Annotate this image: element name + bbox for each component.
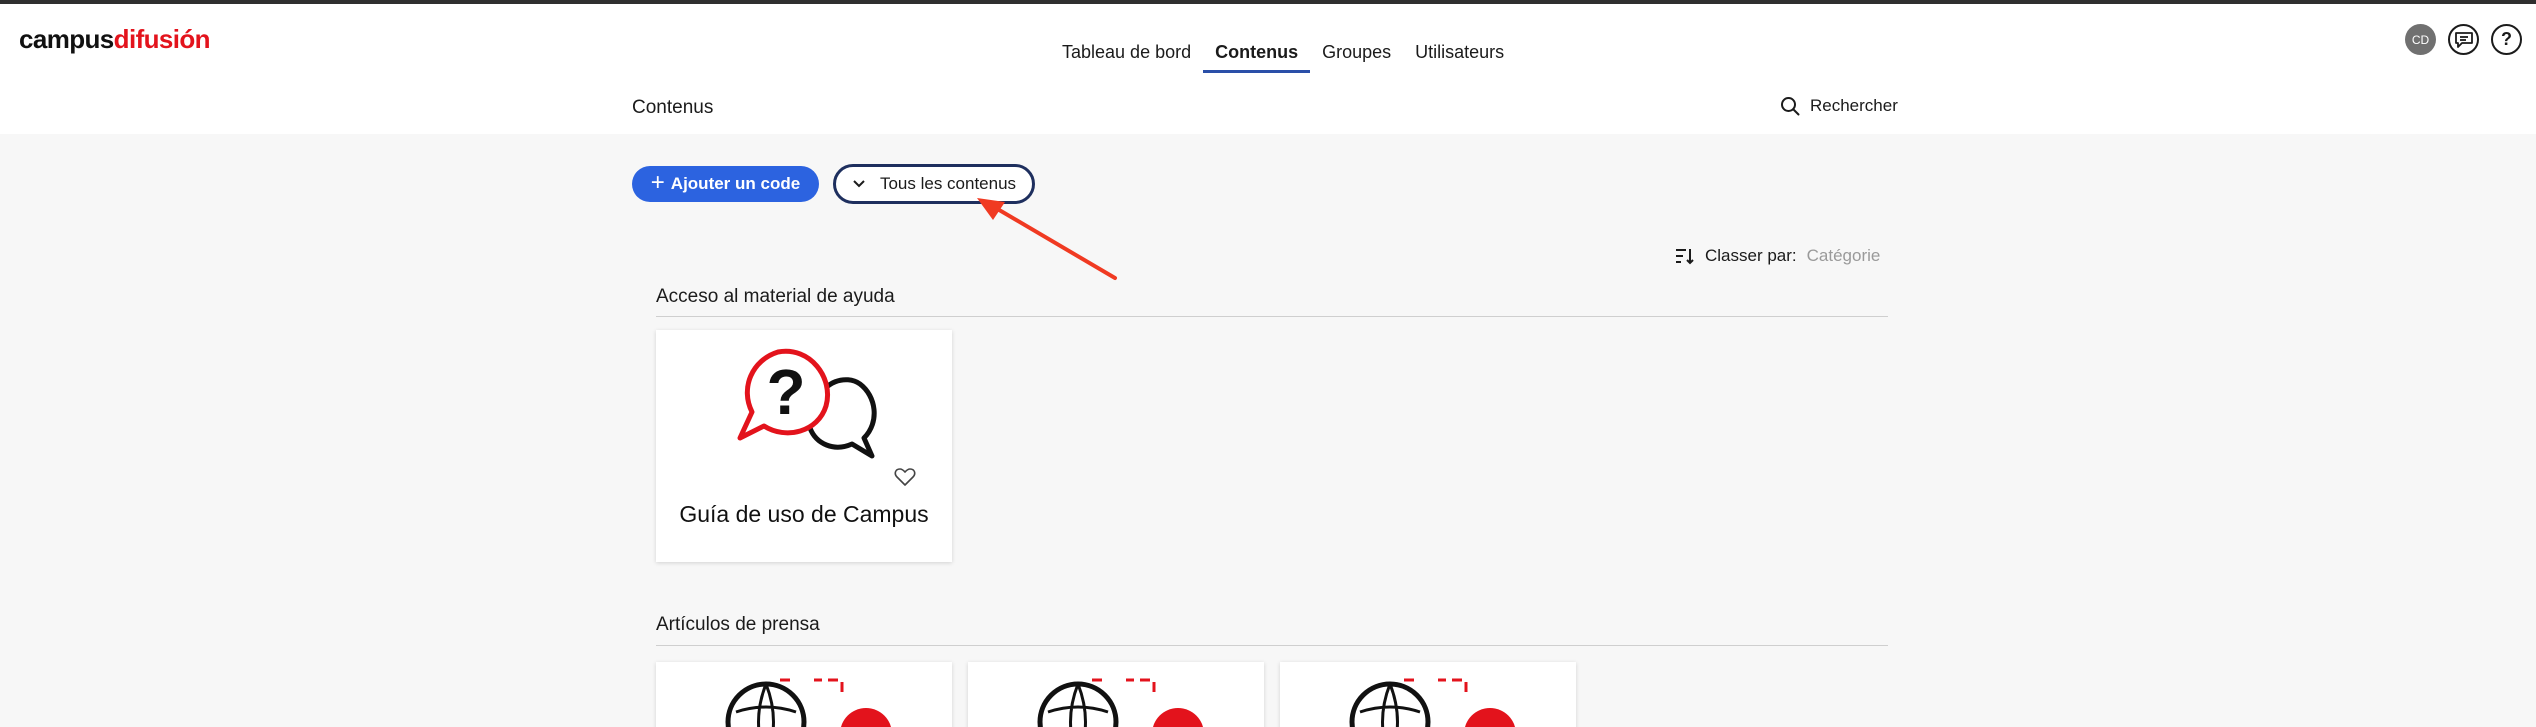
annotation-arrow: [977, 198, 1117, 280]
content-card[interactable]: [656, 662, 952, 727]
chevron-down-icon: [853, 180, 865, 188]
logo-part-1: campus: [19, 24, 114, 54]
filter-label: Tous les contenus: [879, 174, 1017, 193]
section-title-press: Artículos de prensa: [656, 614, 820, 635]
add-code-label: Ajouter un code: [670, 174, 801, 193]
section-title-help: Acceso al material de ayuda: [656, 286, 895, 307]
sort-icon: [1676, 249, 1694, 265]
sort-label: Classer par:: [1705, 246, 1797, 265]
content-card[interactable]: [968, 662, 1264, 727]
nav-contenus[interactable]: Contenus: [1203, 34, 1311, 73]
heart-icon[interactable]: [894, 467, 916, 487]
header-right-icons: CD ?: [2405, 24, 2522, 55]
nav-tableau-de-bord[interactable]: Tableau de bord: [1050, 34, 1203, 73]
plus-icon: +: [650, 169, 665, 196]
user-avatar[interactable]: CD: [2405, 24, 2436, 55]
search-icon: [1781, 97, 1800, 116]
add-code-button[interactable]: + Ajouter un code: [632, 166, 819, 202]
globe-news-icon: [1037, 678, 1204, 727]
section-divider: [656, 645, 1888, 646]
svg-text:?: ?: [766, 356, 805, 428]
sort-value: Catégorie: [1806, 246, 1881, 265]
nav-utilisateurs[interactable]: Utilisateurs: [1403, 34, 1516, 73]
search-button[interactable]: Rechercher: [1780, 96, 1898, 116]
card-title: Guía de uso de Campus: [679, 501, 929, 527]
nav-groupes[interactable]: Groupes: [1310, 34, 1403, 73]
help-icon[interactable]: ?: [2491, 24, 2522, 55]
main-nav: Tableau de bord Contenus Groupes Utilisa…: [1050, 34, 1516, 73]
chat-icon[interactable]: [2448, 24, 2479, 55]
search-label: Rechercher: [1810, 96, 1898, 115]
help-chat-icon: ?: [737, 348, 877, 459]
section-divider: [656, 316, 1888, 317]
app-header: campusdifusión Tableau de bord Contenus …: [0, 4, 2536, 134]
page-title: Contenus: [632, 97, 714, 118]
campus-difusion-logo[interactable]: campusdifusión: [19, 24, 211, 55]
globe-news-icon: [1349, 678, 1516, 727]
globe-news-icon: [725, 678, 892, 727]
logo-part-2: difusión: [113, 24, 211, 54]
content-card[interactable]: [1280, 662, 1576, 727]
sort-control[interactable]: Classer par: Catégorie: [1675, 246, 1880, 266]
content-card[interactable]: ? Guía de uso de Campus: [656, 330, 952, 562]
